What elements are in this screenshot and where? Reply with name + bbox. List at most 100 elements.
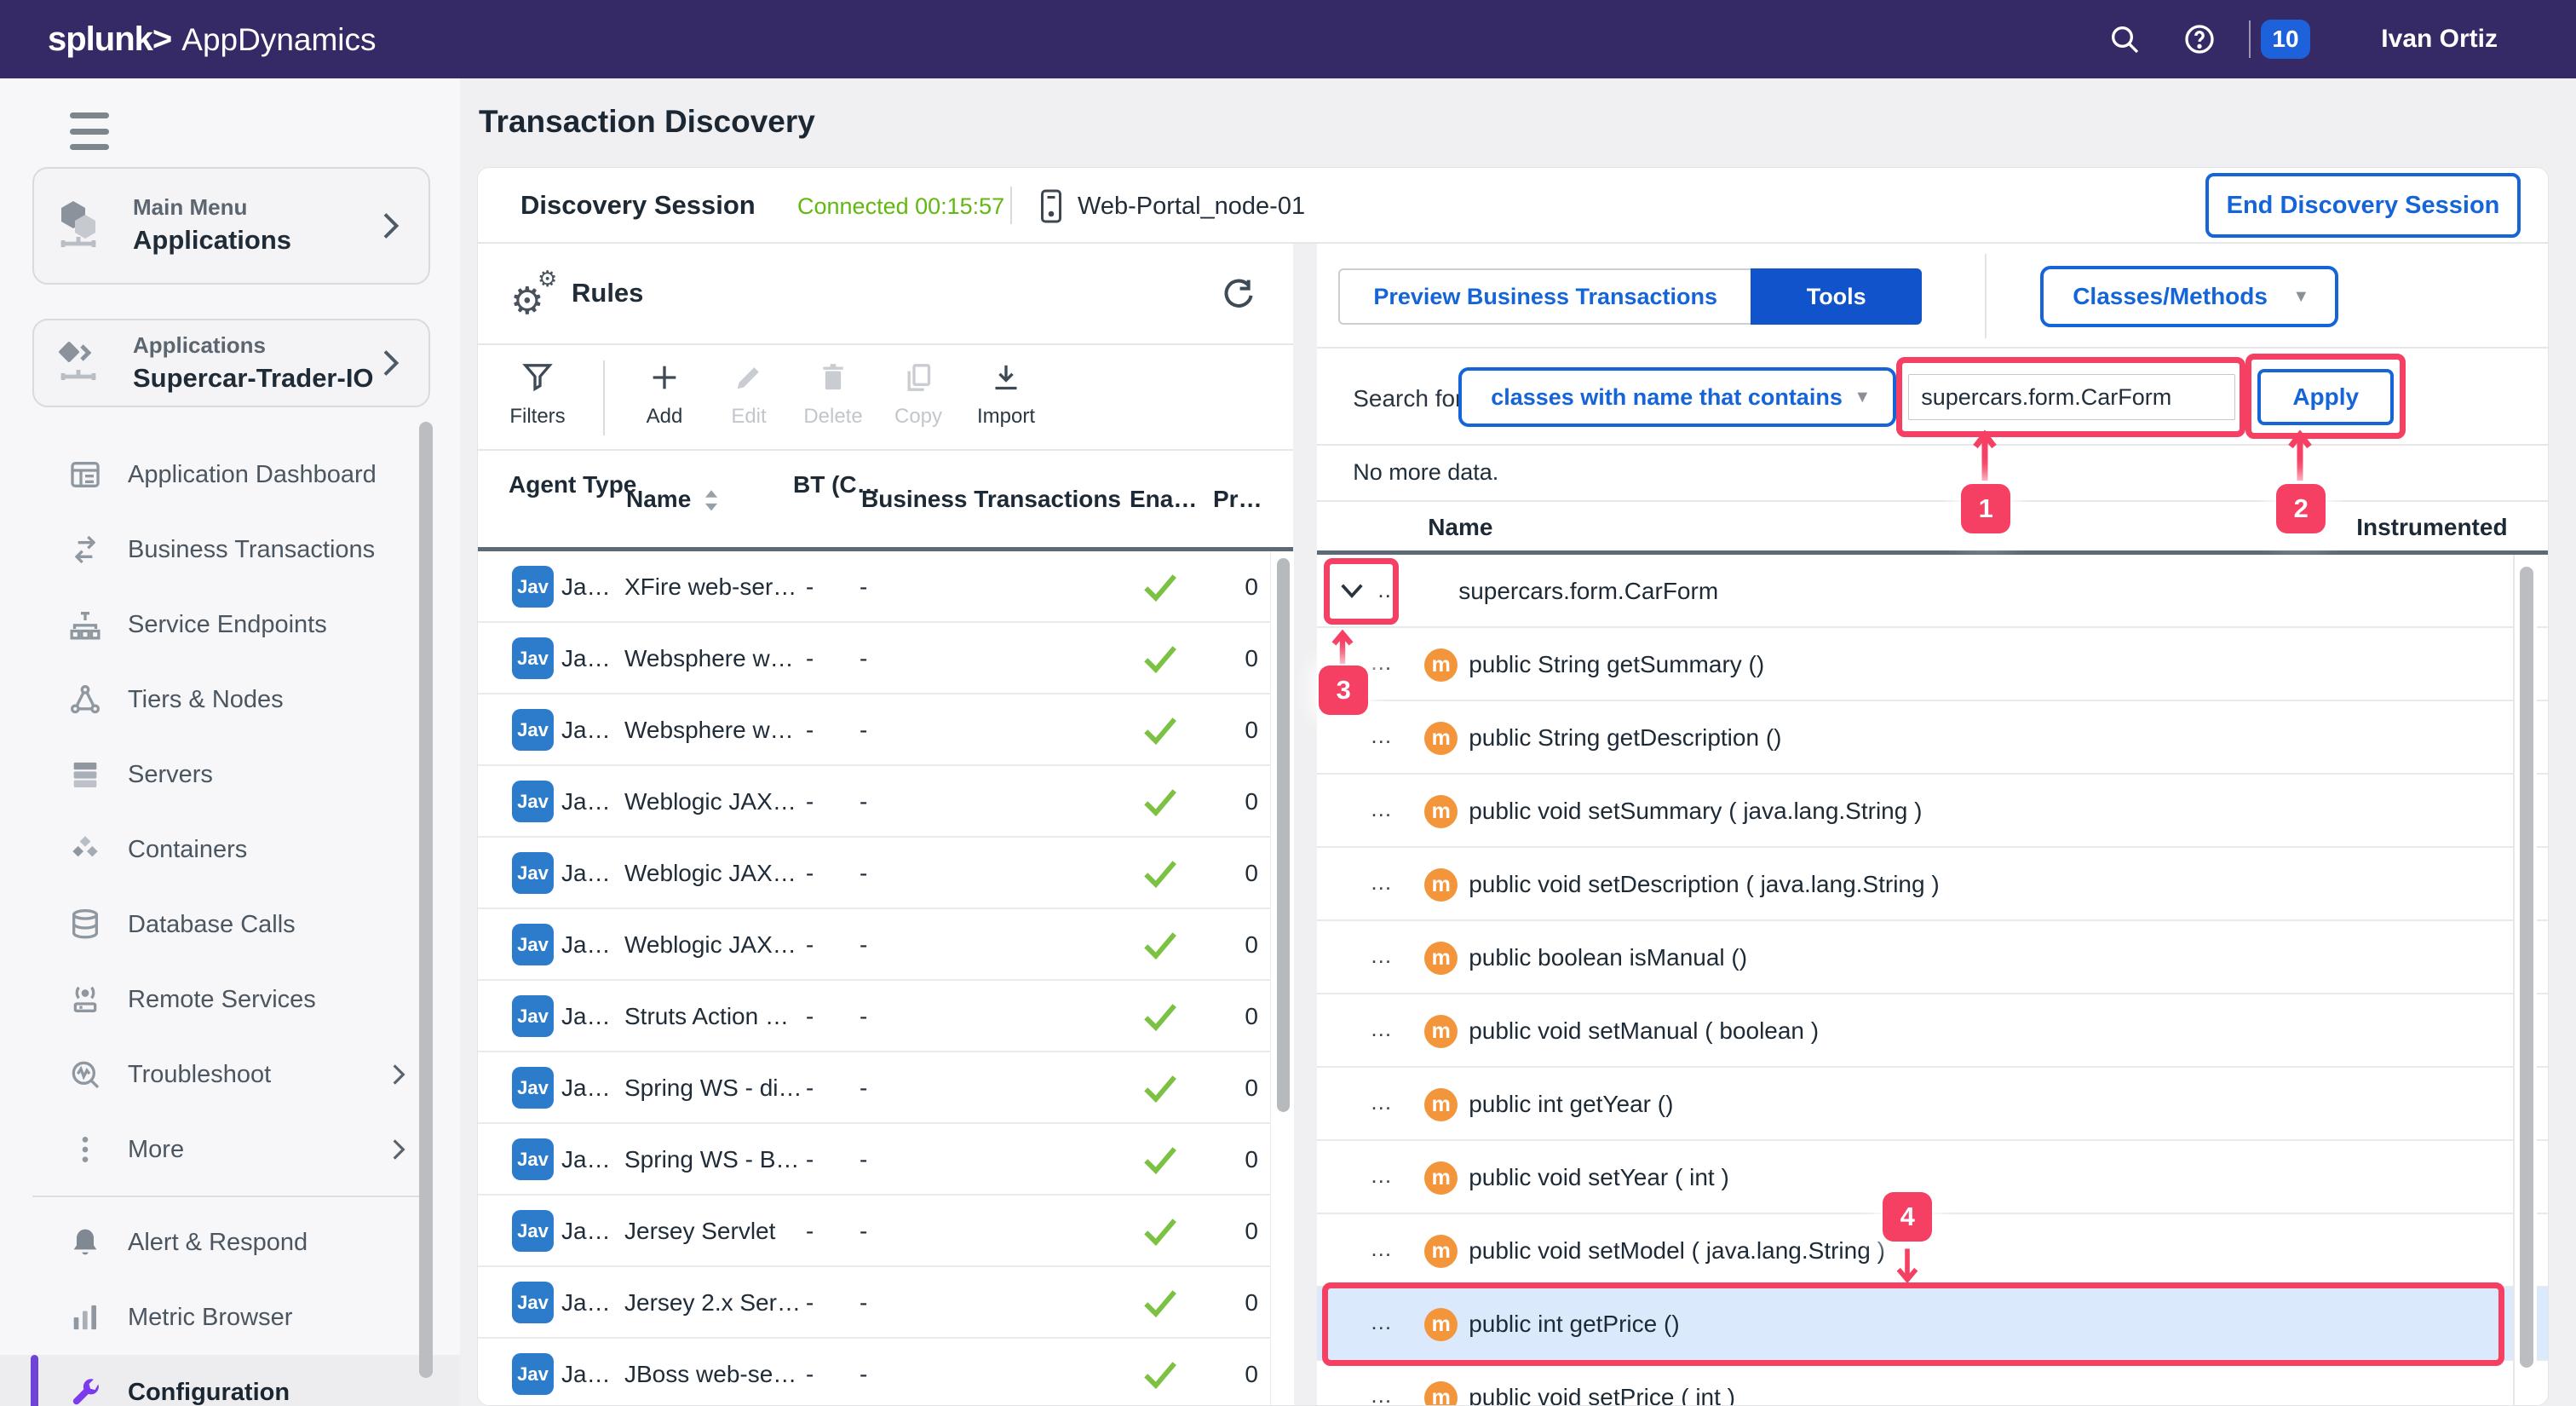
- search-icon[interactable]: [2106, 20, 2143, 58]
- sidebar-item-configuration[interactable]: Configuration: [0, 1355, 460, 1406]
- col-business-transactions[interactable]: Business Transactions: [861, 486, 1121, 513]
- method-row[interactable]: … m public String getDescription (): [1317, 701, 2548, 775]
- sort-icon[interactable]: [701, 487, 722, 516]
- search-type-dropdown[interactable]: classes with name that contains ▼: [1458, 367, 1896, 427]
- col-agent-type[interactable]: Agent Type: [509, 468, 602, 502]
- check-icon: [1141, 1001, 1180, 1032]
- rule-row[interactable]: Jav Ja… Weblogic JAX… - - 0: [478, 909, 1293, 981]
- priority-cell: 0: [1228, 1075, 1258, 1102]
- method-row[interactable]: … m public void setDescription ( java.la…: [1317, 848, 2548, 921]
- sidebar-item-remote-services[interactable]: Remote Services: [0, 962, 460, 1037]
- rule-row[interactable]: Jav Ja… JBoss web-se… - - 0: [478, 1339, 1293, 1406]
- java-agent-badge: Jav: [512, 1138, 554, 1180]
- method-expander-dots[interactable]: …: [1370, 942, 1392, 969]
- apply-button[interactable]: Apply: [2257, 369, 2394, 425]
- priority-cell: 0: [1228, 1218, 1258, 1245]
- rules-panel: ⚙⚙ Rules Filters Add Edit Delete Copy Im…: [478, 244, 1293, 1405]
- priority-cell: 0: [1228, 1361, 1258, 1388]
- class-expander[interactable]: …: [1339, 577, 1399, 603]
- import-button[interactable]: Import: [959, 357, 1053, 429]
- filters-button[interactable]: Filters: [491, 357, 584, 429]
- java-agent-badge: Jav: [512, 709, 554, 751]
- java-agent-badge: Jav: [512, 566, 554, 608]
- method-expander-dots[interactable]: …: [1370, 1236, 1392, 1262]
- rule-row[interactable]: Jav Ja… Spring WS - B… - - 0: [478, 1124, 1293, 1196]
- tab-preview-business-transactions[interactable]: Preview Business Transactions: [1338, 268, 1751, 325]
- agent-type-cell: Ja…: [561, 1003, 611, 1030]
- add-button[interactable]: Add: [618, 357, 711, 429]
- agent-type-cell: Ja…: [561, 860, 611, 887]
- rule-name-cell: Spring WS - B…: [624, 1146, 799, 1173]
- rule-row[interactable]: Jav Ja… XFire web-ser… - - 0: [478, 551, 1293, 623]
- sidebar-item-servers[interactable]: Servers: [0, 737, 460, 812]
- rules-title: Rules: [572, 278, 643, 308]
- tab-tools[interactable]: Tools: [1751, 268, 1922, 325]
- sidebar-item-troubleshoot[interactable]: Troubleshoot: [0, 1037, 460, 1112]
- method-expander-dots[interactable]: …: [1370, 723, 1392, 749]
- annotation-arrow-1: [1972, 429, 1998, 482]
- sidebar-item-label: Servers: [128, 761, 213, 789]
- rule-row[interactable]: Jav Ja… Websphere w… - - 0: [478, 694, 1293, 766]
- sidebar-item-label: Alert & Respond: [128, 1229, 308, 1257]
- sidebar-item-metric-browser[interactable]: Metric Browser: [0, 1280, 460, 1355]
- col-class-name[interactable]: Name: [1428, 514, 1492, 541]
- end-discovery-session-button[interactable]: End Discovery Session: [2205, 173, 2521, 238]
- application-menu-card[interactable]: Applications Supercar-Trader-IO: [32, 319, 430, 407]
- methods-scrollbar[interactable]: [2513, 555, 2537, 1405]
- rule-row[interactable]: Jav Ja… Weblogic JAX… - - 0: [478, 766, 1293, 838]
- method-row-highlighted[interactable]: … m public int getPrice (): [1317, 1288, 2548, 1361]
- method-row[interactable]: … m public void setYear ( int ): [1317, 1141, 2548, 1214]
- chart-icon: [66, 1299, 104, 1336]
- refresh-icon[interactable]: [1217, 276, 1255, 314]
- sidebar-item-containers[interactable]: Containers: [0, 812, 460, 887]
- sidebar-item-business-transactions[interactable]: Business Transactions: [0, 512, 460, 587]
- class-row[interactable]: … supercars.form.CarForm: [1317, 555, 2548, 628]
- sidebar-item-application-dashboard[interactable]: Application Dashboard: [0, 437, 460, 512]
- method-expander-dots[interactable]: …: [1370, 649, 1392, 676]
- method-expander-dots[interactable]: …: [1370, 1382, 1392, 1406]
- sidebar-item-alert-respond[interactable]: Alert & Respond: [0, 1205, 460, 1280]
- method-row[interactable]: … m public void setSummary ( java.lang.S…: [1317, 775, 2548, 848]
- notification-badge[interactable]: 10: [2261, 20, 2310, 59]
- user-menu[interactable]: Ivan Ortiz: [2381, 25, 2498, 54]
- rule-row[interactable]: Jav Ja… Websphere w… - - 0: [478, 623, 1293, 694]
- sidebar-item-database-calls[interactable]: Database Calls: [0, 887, 460, 962]
- method-expander-dots[interactable]: …: [1370, 869, 1392, 896]
- method-signature: public void setPrice ( int ): [1469, 1384, 1735, 1406]
- col-bt[interactable]: BT (C…: [793, 468, 861, 502]
- method-icon: m: [1424, 722, 1458, 755]
- method-row[interactable]: … m public void setModel ( java.lang.Str…: [1317, 1214, 2548, 1288]
- method-expander-dots[interactable]: …: [1370, 1162, 1392, 1189]
- sidebar-scrollbar[interactable]: [419, 422, 433, 1378]
- method-expander-dots[interactable]: …: [1370, 1309, 1392, 1335]
- search-value-input[interactable]: [1908, 374, 2235, 420]
- method-expander-dots[interactable]: …: [1370, 1089, 1392, 1115]
- col-name[interactable]: Name: [626, 486, 691, 513]
- col-enabled[interactable]: Ena…: [1130, 486, 1197, 513]
- rule-row[interactable]: Jav Ja… Jersey 2.x Ser… - - 0: [478, 1267, 1293, 1339]
- rule-row[interactable]: Jav Ja… Jersey Servlet - - 0: [478, 1196, 1293, 1267]
- rule-row[interactable]: Jav Ja… Weblogic JAX… - - 0: [478, 838, 1293, 909]
- main-menu-card[interactable]: Main Menu Applications: [32, 167, 430, 285]
- col-instrumented[interactable]: Instrumented: [2356, 514, 2507, 541]
- rules-toolbar: Filters Add Edit Delete Copy Import: [478, 345, 1293, 451]
- bell-icon: [66, 1224, 104, 1261]
- rules-scrollbar[interactable]: [1270, 551, 1294, 1405]
- classes-methods-dropdown[interactable]: Classes/Methods ▼: [2040, 266, 2338, 327]
- method-row[interactable]: … m public int getYear (): [1317, 1068, 2548, 1141]
- rule-row[interactable]: Jav Ja… Spring WS - di… - - 0: [478, 1052, 1293, 1124]
- sidebar-item-service-endpoints[interactable]: Service Endpoints: [0, 587, 460, 662]
- method-row[interactable]: … m public void setManual ( boolean ): [1317, 994, 2548, 1068]
- method-expander-dots[interactable]: …: [1370, 796, 1392, 822]
- sidebar-item-tiers-nodes[interactable]: Tiers & Nodes: [0, 662, 460, 737]
- method-expander-dots[interactable]: …: [1370, 1016, 1392, 1042]
- col-priority[interactable]: Pr…: [1213, 486, 1262, 513]
- tools-tabs-row: Preview Business Transactions Tools Clas…: [1317, 244, 2548, 349]
- method-row[interactable]: … m public String getSummary (): [1317, 628, 2548, 701]
- help-icon[interactable]: [2181, 20, 2218, 58]
- rule-row[interactable]: Jav Ja… Struts Action … - - 0: [478, 981, 1293, 1052]
- method-row[interactable]: … m public boolean isManual (): [1317, 921, 2548, 994]
- hamburger-menu-icon[interactable]: [70, 112, 109, 150]
- method-row[interactable]: … m public void setPrice ( int ): [1317, 1361, 2548, 1406]
- sidebar-item-more[interactable]: More: [0, 1112, 460, 1187]
